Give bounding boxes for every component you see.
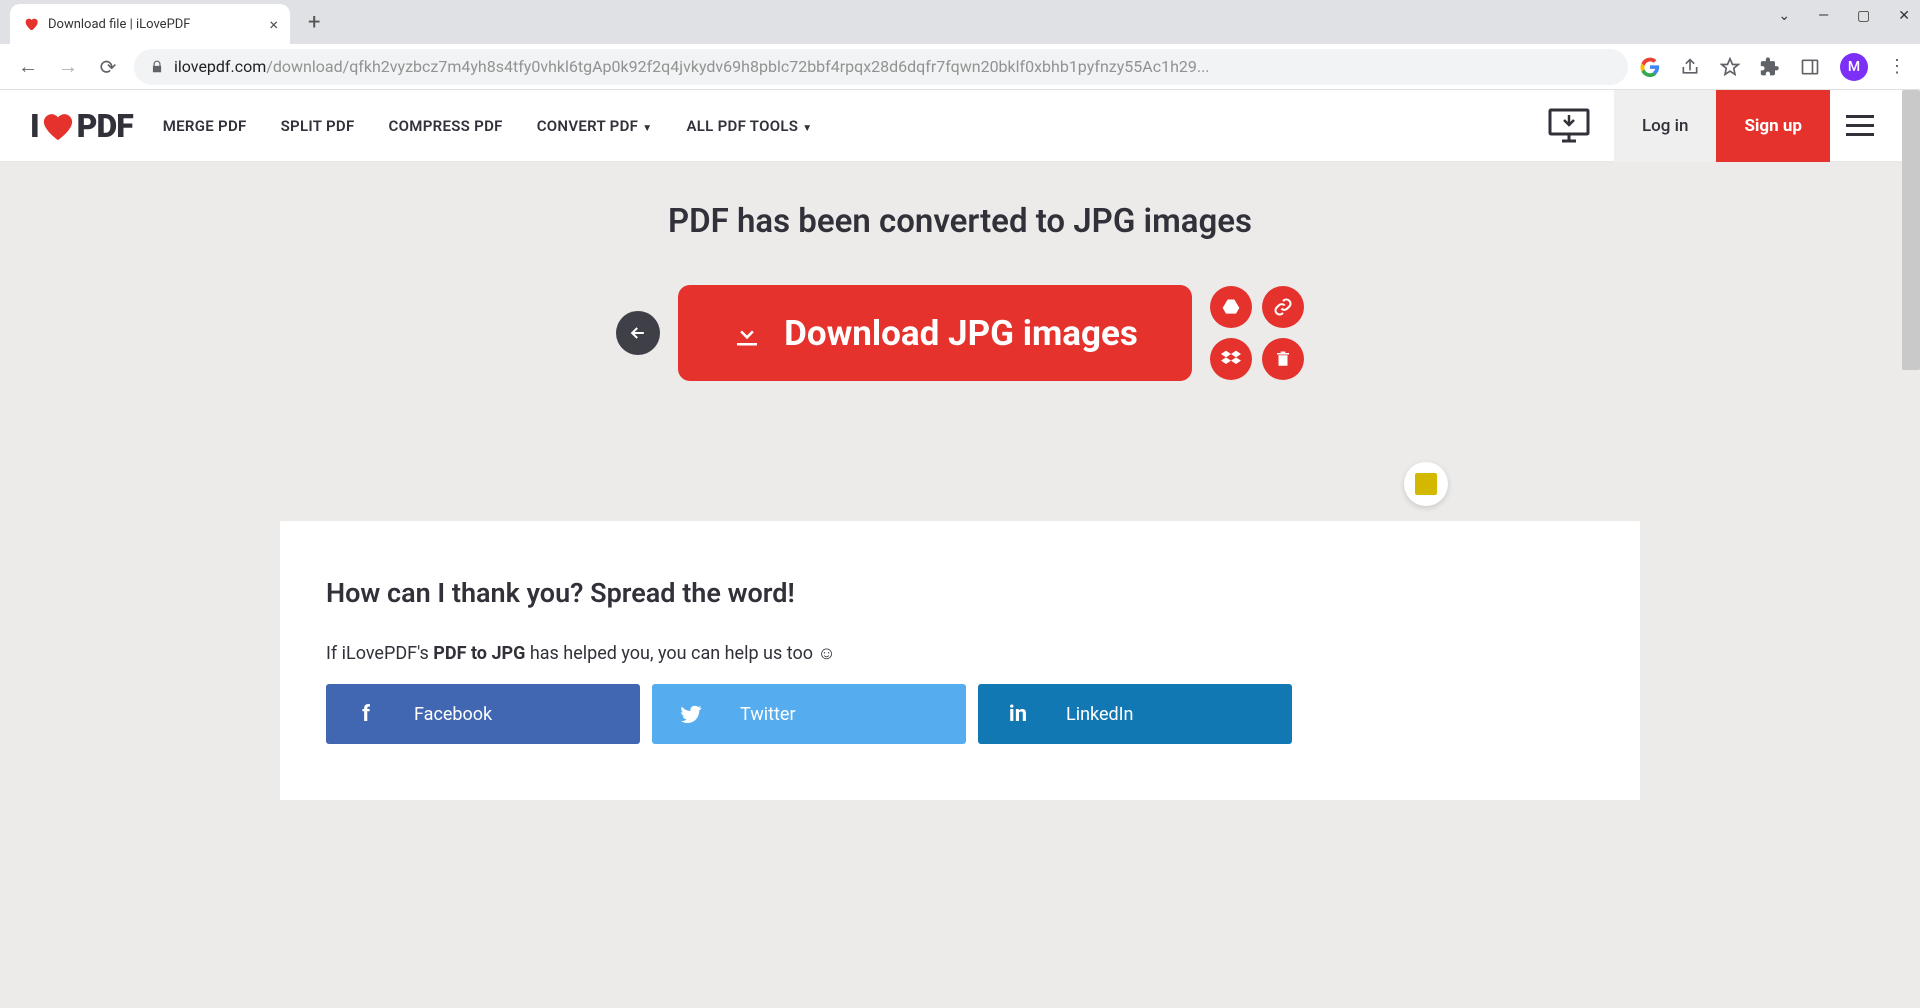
header-right: Log in Sign up [1548,90,1890,162]
nav-split[interactable]: SPLIT PDF [281,117,355,135]
delete-button[interactable] [1262,338,1304,380]
file-preview-badge[interactable] [1404,462,1448,506]
extensions-icon[interactable] [1760,57,1780,77]
more-icon[interactable]: ⋮ [1888,56,1906,77]
url-text: ilovepdf.com/download/qfkh2vyzbcz7m4yh8s… [174,57,1612,76]
caret-down-icon: ▼ [802,123,812,134]
share-buttons: f Facebook Twitter in LinkedIn [326,684,1594,744]
maximize-icon[interactable]: ▢ [1857,8,1870,24]
link-button[interactable] [1262,286,1304,328]
download-row: Download JPG images [0,285,1920,381]
browser-chrome: Download file | iLovePDF × + ⌄ — ▢ ✕ ← →… [0,0,1920,90]
nav-merge[interactable]: MERGE PDF [163,117,247,135]
share-title: How can I thank you? Spread the word! [326,577,1594,609]
minimize-icon[interactable]: — [1818,8,1829,24]
share-card: How can I thank you? Spread the word! If… [280,521,1640,800]
heart-icon [41,111,75,141]
google-drive-button[interactable] [1210,286,1252,328]
linkedin-icon: in [1006,702,1030,727]
google-icon[interactable] [1640,57,1660,77]
tab-strip: Download file | iLovePDF × + [0,0,1920,44]
share-icon[interactable] [1680,57,1700,77]
download-button[interactable]: Download JPG images [678,285,1192,381]
scrollbar-thumb[interactable] [1902,90,1920,370]
heart-favicon-icon [22,15,40,33]
nav-convert[interactable]: CONVERT PDF▼ [537,117,653,135]
share-subtitle: If iLovePDF's PDF to JPG has helped you,… [326,643,1594,664]
image-file-icon [1415,473,1437,495]
reload-button[interactable]: ⟳ [94,55,122,79]
conversion-headline: PDF has been converted to JPG images [0,202,1920,241]
share-facebook-button[interactable]: f Facebook [326,684,640,744]
star-icon[interactable] [1720,57,1740,77]
toolbar-icons: M ⋮ [1640,53,1906,81]
close-window-icon[interactable]: ✕ [1898,8,1910,24]
panel-icon[interactable] [1800,57,1820,77]
nav-links: MERGE PDF SPLIT PDF COMPRESS PDF CONVERT… [163,117,813,135]
site-header: I PDF MERGE PDF SPLIT PDF COMPRESS PDF C… [0,90,1920,162]
caret-down-icon: ▼ [642,123,652,134]
window-controls: ⌄ — ▢ ✕ [1778,8,1910,24]
lock-icon [150,60,164,74]
profile-avatar[interactable]: M [1840,53,1868,81]
facebook-icon: f [354,702,378,727]
browser-tab[interactable]: Download file | iLovePDF × [10,4,290,44]
forward-button[interactable]: → [54,54,82,79]
main-content: PDF has been converted to JPG images Dow… [0,162,1920,1008]
desktop-download-icon[interactable] [1548,109,1590,143]
page: I PDF MERGE PDF SPLIT PDF COMPRESS PDF C… [0,90,1920,1008]
twitter-icon [680,703,704,725]
download-label: Download JPG images [784,313,1138,354]
nav-all[interactable]: ALL PDF TOOLS▼ [686,117,812,135]
hamburger-menu-icon[interactable] [1830,90,1890,162]
share-linkedin-button[interactable]: in LinkedIn [978,684,1292,744]
signup-button[interactable]: Sign up [1716,90,1830,162]
side-actions [1210,286,1304,380]
download-icon [732,318,762,348]
back-button[interactable]: ← [14,54,42,79]
site-logo[interactable]: I PDF [30,107,133,145]
browser-toolbar: ← → ⟳ ilovepdf.com/download/qfkh2vyzbcz7… [0,44,1920,90]
login-button[interactable]: Log in [1614,90,1716,162]
chevron-down-icon[interactable]: ⌄ [1778,8,1790,24]
nav-compress[interactable]: COMPRESS PDF [389,117,503,135]
close-tab-icon[interactable]: × [269,15,278,34]
dropbox-button[interactable] [1210,338,1252,380]
share-twitter-button[interactable]: Twitter [652,684,966,744]
address-bar[interactable]: ilovepdf.com/download/qfkh2vyzbcz7m4yh8s… [134,49,1628,85]
back-circle-button[interactable] [616,311,660,355]
new-tab-button[interactable]: + [300,6,328,39]
tab-title: Download file | iLovePDF [48,17,261,32]
